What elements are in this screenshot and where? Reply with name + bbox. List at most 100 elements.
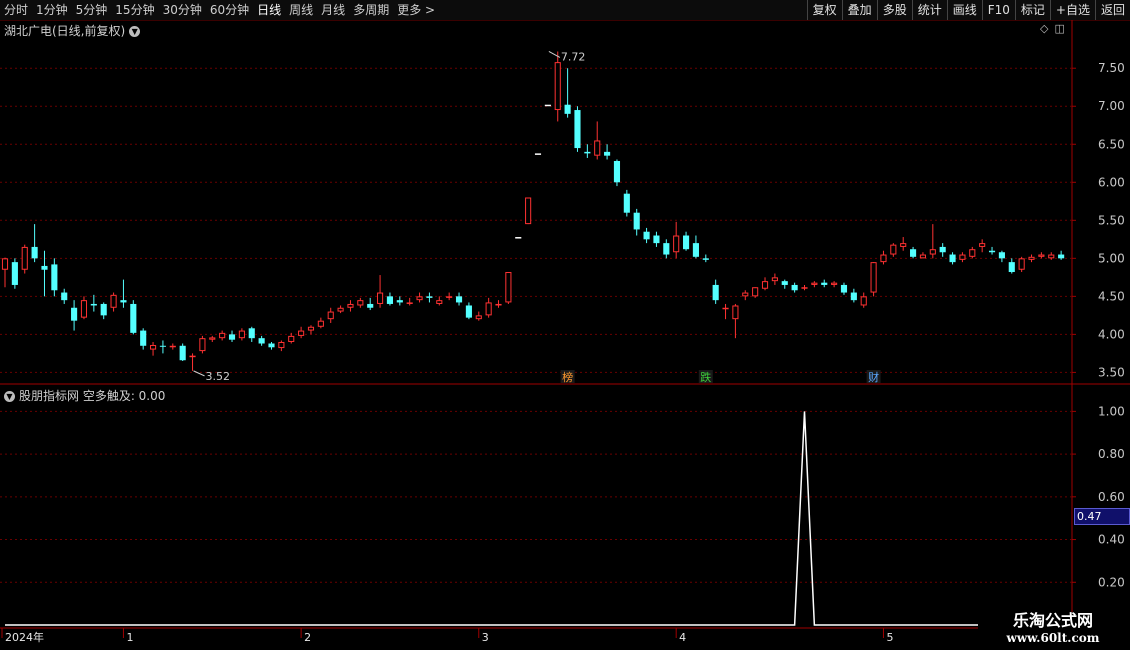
candle-body [633, 212, 640, 230]
indicator-tick-label: 0.20 [1098, 575, 1125, 589]
candle-body [910, 249, 917, 257]
candle-body [80, 300, 88, 318]
diamond-icon[interactable]: ◇ [1040, 22, 1048, 35]
candle-body [821, 282, 828, 285]
candle-body [515, 237, 522, 239]
candle-body [574, 110, 581, 149]
extreme-price-label: 7.72 [561, 50, 586, 63]
candle-body [781, 281, 788, 285]
candle-body [604, 151, 611, 156]
candle-body [209, 337, 216, 340]
chart-canvas[interactable]: 3.50 4.00 4.50 5.00 5.50 6.00 6.50 7.00 7.50 0.20… [0, 0, 1130, 650]
candle-body [1058, 254, 1065, 259]
event-marker: 财 [868, 370, 879, 384]
candle-body [682, 235, 690, 250]
candle-body [969, 249, 976, 257]
candle-body [268, 343, 275, 348]
candle-body [199, 338, 206, 352]
window-toggle-icon[interactable]: ◫ [1054, 22, 1064, 35]
indicator-tick-label: 0.80 [1098, 447, 1125, 461]
month-label: 3 [482, 631, 489, 644]
month-label: 2024年 [5, 630, 44, 644]
candle-body [544, 104, 551, 107]
candle-body [929, 249, 936, 255]
candle-body [90, 303, 97, 306]
candle-body [831, 282, 838, 285]
candle-body [475, 315, 482, 320]
chevron-down-icon[interactable]: ▼ [129, 26, 141, 37]
candle-body [377, 292, 384, 304]
extreme-price-label: 3.52 [206, 370, 231, 383]
candle-body [850, 292, 857, 301]
indicator-tick-label: 0.40 [1098, 533, 1125, 547]
candle-body [258, 338, 265, 344]
candle-body [702, 258, 709, 260]
watermark-url: www.60lt.com [1006, 631, 1100, 645]
candle-body [61, 292, 68, 301]
candle-body [51, 264, 58, 291]
candle-body [1038, 254, 1045, 257]
month-label: 4 [679, 631, 686, 644]
watermark-name: 乐淘公式网 [1012, 611, 1093, 630]
candle-body [919, 254, 927, 259]
current-value-badge: 0.47 [1074, 508, 1130, 525]
candle-body [949, 254, 956, 263]
main-panel-header: 湖北广电(日线,前复权) ▼ [4, 22, 141, 39]
candle-body [327, 311, 334, 320]
candle-body [288, 335, 295, 342]
candle-body [534, 153, 542, 155]
annotation-arrow [193, 370, 205, 377]
candle-body [455, 296, 463, 303]
candle-body [485, 302, 492, 316]
indicator-title: 股朋指标网 空多触及: 0.00 [19, 389, 166, 403]
candle-body [386, 296, 394, 304]
candle-body [1018, 258, 1025, 270]
candle-body [979, 243, 986, 247]
candle-body [179, 345, 186, 361]
candle-body [742, 292, 749, 297]
price-tick-label: 5.00 [1098, 251, 1125, 265]
candle-body [11, 262, 18, 285]
candle-body [505, 272, 512, 303]
candle-body [880, 254, 887, 263]
candle-body [495, 303, 502, 306]
candle-body [238, 330, 245, 339]
candle-body [663, 243, 670, 255]
month-label: 1 [126, 631, 133, 644]
candle-body [613, 160, 621, 183]
price-tick-label: 5.50 [1098, 213, 1125, 227]
price-tick-label: 6.00 [1098, 175, 1125, 189]
candle-body [307, 326, 315, 331]
candle-body [120, 300, 127, 303]
event-marker: 跌 [700, 370, 711, 384]
candle-body [840, 284, 848, 293]
candle-body [140, 330, 147, 346]
indicator-line [5, 411, 978, 626]
candle-body [584, 151, 591, 154]
indicator-tick-label: 0.60 [1098, 490, 1125, 504]
candle-body [278, 341, 285, 349]
candle-body [1048, 254, 1055, 259]
candle-body [396, 300, 403, 303]
candle-body [189, 355, 196, 358]
price-tick-label: 4.00 [1098, 327, 1125, 341]
candle-body [900, 243, 907, 247]
event-marker: 榜 [562, 370, 573, 384]
candle-body [722, 307, 729, 310]
price-tick-label: 3.50 [1098, 365, 1125, 379]
candle-body [623, 193, 630, 213]
candle-body [130, 303, 137, 333]
candle-body [998, 252, 1005, 259]
candle-body [367, 303, 374, 308]
candle-body [298, 330, 305, 336]
candle-body [159, 345, 166, 347]
candle-body [811, 282, 818, 285]
candle-body [426, 296, 433, 298]
candle-body [357, 300, 364, 306]
price-tick-label: 7.00 [1098, 99, 1125, 113]
chevron-down-icon[interactable]: ▼ [4, 391, 15, 402]
candle-body [436, 300, 443, 304]
candle-body [564, 104, 571, 114]
candle-body [71, 307, 78, 321]
candle-body [712, 284, 719, 301]
